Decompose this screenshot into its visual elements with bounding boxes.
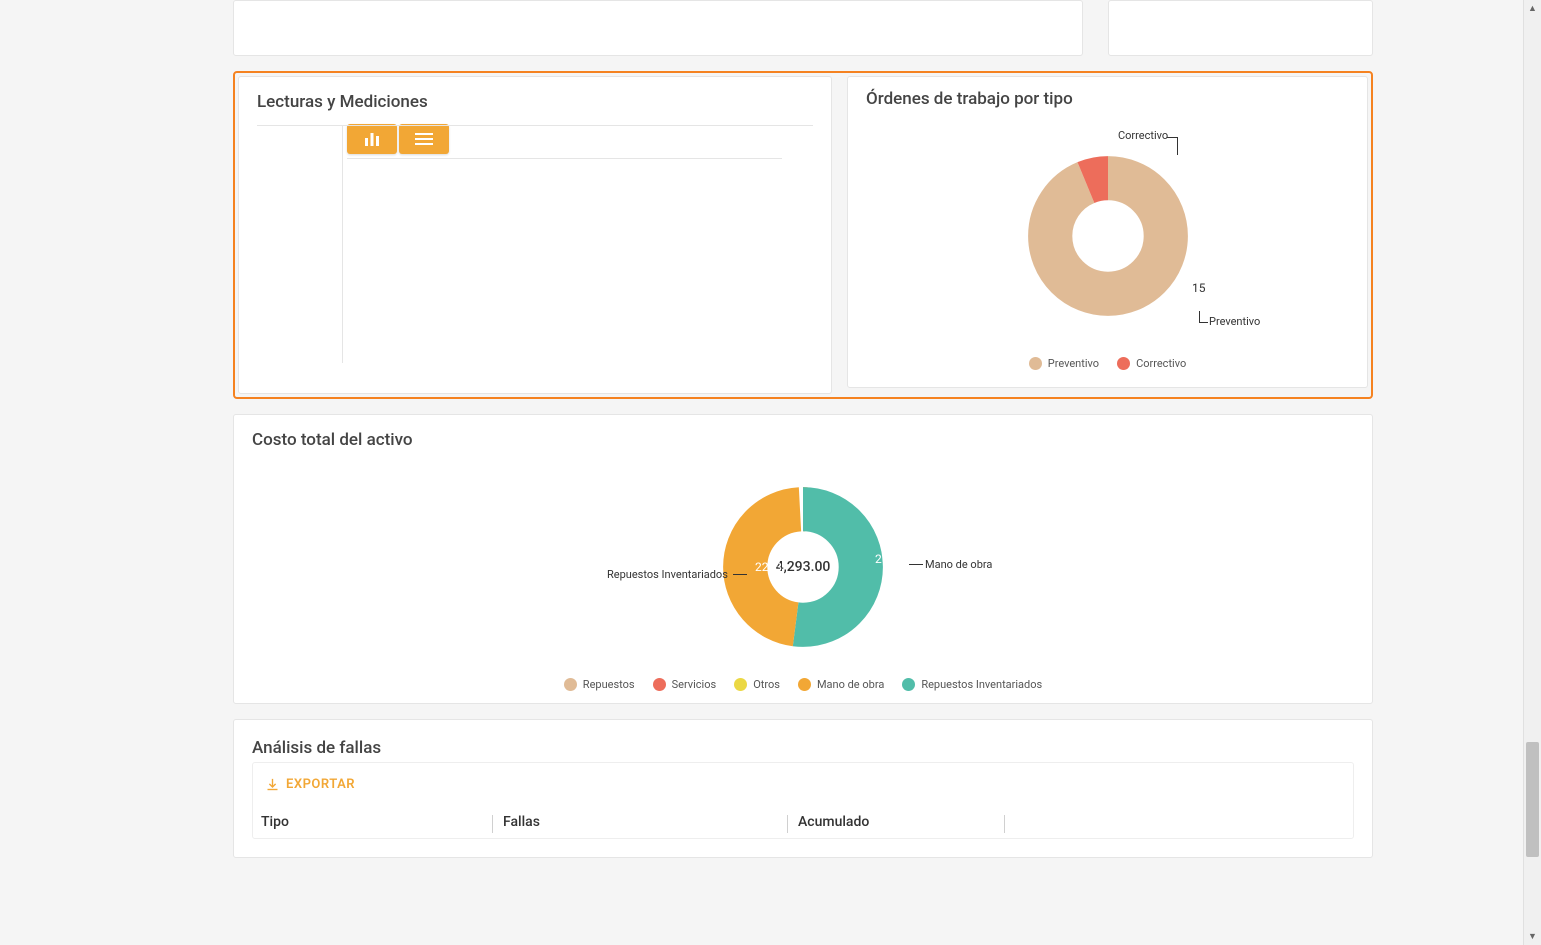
cost-legend: Repuestos Servicios Otros Mano de obra R… — [252, 678, 1354, 691]
orders-title: Órdenes de trabajo por tipo — [866, 89, 1349, 109]
label-correctivo: Correctivo — [1118, 129, 1168, 142]
bar-chart-icon — [364, 132, 380, 146]
column-separator — [787, 815, 788, 833]
failures-title: Análisis de fallas — [252, 738, 1354, 758]
value-repuestos-inv: 2253 — [755, 560, 782, 574]
asset-cost-card: Costo total del activo 4,293.00 Repuesto… — [233, 414, 1373, 704]
top-card-left — [233, 0, 1083, 56]
page: ▲ ▼ Lecturas y Mediciones — [0, 0, 1541, 945]
top-card-right — [1108, 0, 1373, 56]
legend-label: Repuestos — [583, 678, 635, 691]
vertical-scrollbar[interactable]: ▲ ▼ — [1523, 0, 1541, 945]
divider — [257, 125, 813, 126]
legend-mano-obra: Mano de obra — [798, 678, 884, 691]
legend-label: Otros — [753, 678, 780, 691]
legend-label: Correctivo — [1136, 357, 1186, 370]
swatch-icon — [1029, 357, 1042, 370]
scroll-up-icon[interactable]: ▲ — [1524, 0, 1541, 17]
chart-view-button[interactable] — [347, 124, 397, 154]
hamburger-icon — [415, 133, 433, 145]
readings-card: Lecturas y Mediciones — [238, 76, 832, 394]
swatch-icon — [798, 678, 811, 691]
connector-line — [1177, 137, 1178, 155]
download-icon — [265, 777, 280, 792]
cost-donut-chart: 4,293.00 Repuestos Inventariados 2253 Ma… — [252, 462, 1354, 672]
swatch-icon — [564, 678, 577, 691]
connector-line — [1199, 322, 1208, 323]
highlighted-card-row: Lecturas y Mediciones — [233, 71, 1373, 399]
column-acumulado[interactable]: Acumulado — [798, 814, 1004, 838]
legend-repuestos-inv: Repuestos Inventariados — [902, 678, 1042, 691]
legend-servicios: Servicios — [653, 678, 717, 691]
legend-label: Mano de obra — [817, 678, 884, 691]
orders-donut-chart: Correctivo 1 15 Preventivo — [866, 121, 1349, 351]
orders-legend: Preventivo Correctivo — [866, 357, 1349, 370]
legend-label: Servicios — [672, 678, 717, 691]
swatch-icon — [653, 678, 666, 691]
legend-repuestos: Repuestos — [564, 678, 635, 691]
connector-line — [909, 564, 923, 565]
connector-line — [733, 574, 747, 575]
connector-line — [1199, 311, 1200, 322]
scroll-thumb[interactable] — [1526, 742, 1539, 857]
legend-otros: Otros — [734, 678, 780, 691]
view-toggle-group — [347, 124, 782, 154]
failures-table-header: Tipo Fallas Acumulado — [261, 814, 1345, 838]
export-label: EXPORTAR — [286, 777, 355, 792]
cost-title: Costo total del activo — [252, 430, 1354, 450]
column-separator — [1004, 815, 1005, 833]
top-cards-row — [233, 0, 1373, 56]
value-correctivo: 1 — [1176, 160, 1183, 174]
swatch-icon — [1117, 357, 1130, 370]
label-mano-obra: Mano de obra — [925, 558, 992, 571]
failure-analysis-card: Análisis de fallas EXPORTAR Tipo Fallas … — [233, 719, 1373, 858]
main-content: Lecturas y Mediciones — [233, 0, 1373, 858]
swatch-icon — [734, 678, 747, 691]
cost-center-value: 4,293.00 — [776, 559, 831, 575]
label-repuestos-inv: Repuestos Inventariados — [607, 568, 728, 581]
list-view-button[interactable] — [399, 124, 449, 154]
legend-label: Repuestos Inventariados — [921, 678, 1042, 691]
readings-title: Lecturas y Mediciones — [257, 92, 813, 112]
column-separator — [492, 815, 493, 833]
orders-by-type-card: Órdenes de trabajo por tipo Correctivo 1… — [847, 76, 1368, 388]
column-fallas[interactable]: Fallas — [503, 814, 787, 838]
scroll-down-icon[interactable]: ▼ — [1524, 928, 1541, 945]
orders-donut-svg — [1023, 151, 1193, 321]
swatch-icon — [902, 678, 915, 691]
legend-correctivo: Correctivo — [1117, 357, 1186, 370]
value-preventivo: 15 — [1192, 281, 1206, 295]
legend-label: Preventivo — [1048, 357, 1099, 370]
value-mano-obra: 2000 — [875, 552, 902, 566]
vertical-divider — [342, 125, 343, 363]
legend-preventivo: Preventivo — [1029, 357, 1099, 370]
label-preventivo: Preventivo — [1209, 315, 1260, 328]
divider — [347, 158, 782, 159]
column-tipo[interactable]: Tipo — [261, 814, 492, 838]
export-button[interactable]: EXPORTAR — [265, 777, 1345, 792]
